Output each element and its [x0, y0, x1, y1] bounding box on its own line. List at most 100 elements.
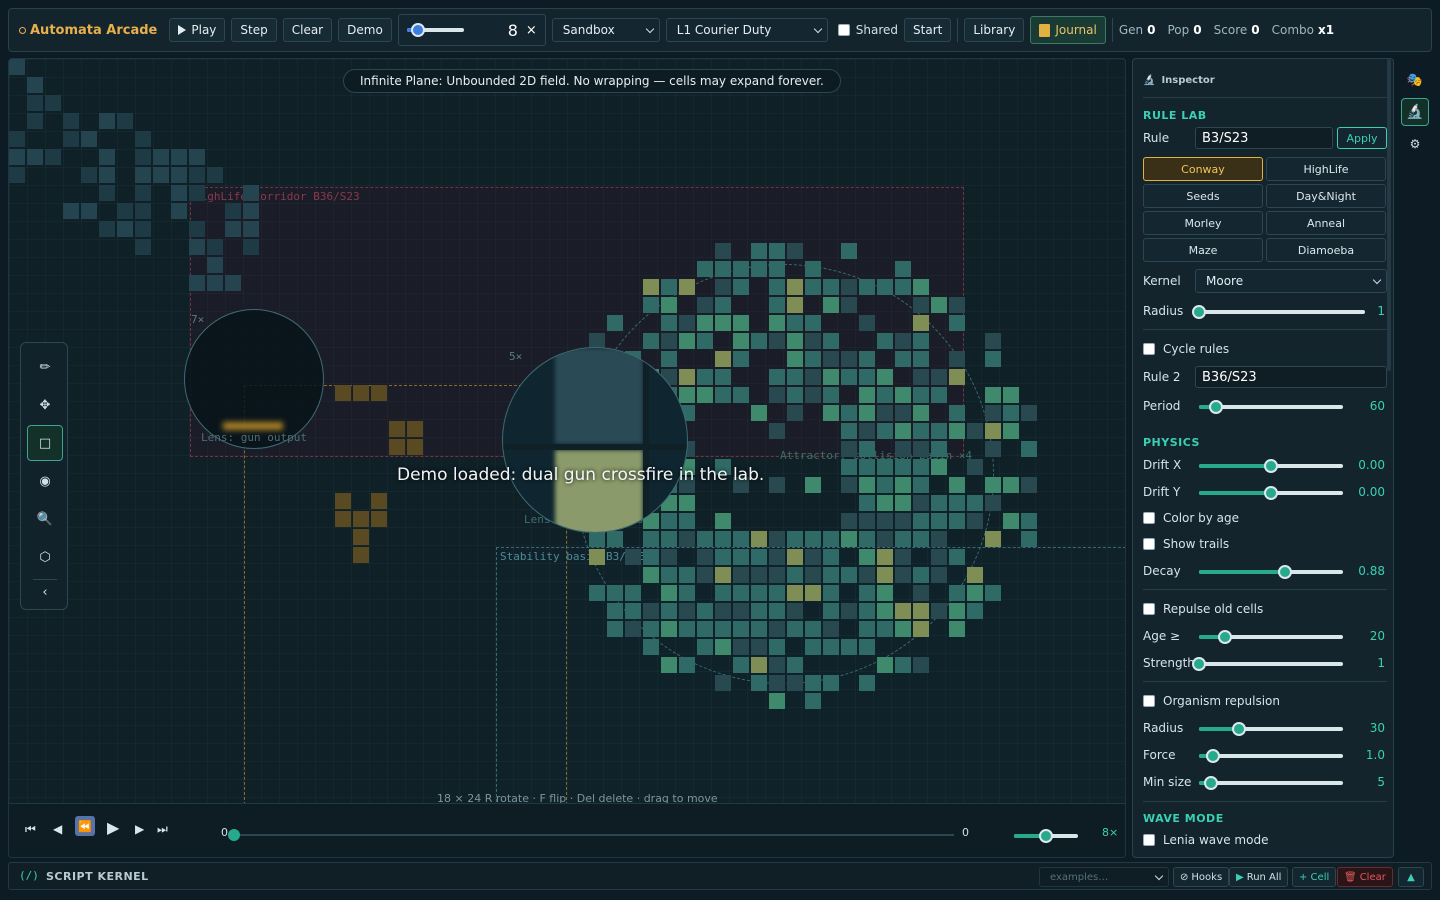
pencil-icon[interactable]: ✏	[27, 349, 63, 385]
clear-script-button[interactable]: 🗑 Clear	[1337, 867, 1393, 887]
force-handle[interactable]	[1206, 749, 1221, 763]
zoom-icon[interactable]: 🔍	[27, 501, 63, 537]
live-cell	[787, 387, 803, 403]
organism-repulsion-toggle[interactable]: Organism repulsion	[1143, 694, 1280, 708]
play-button[interactable]: Play	[169, 18, 226, 42]
show-trails-toggle[interactable]: Show trails	[1143, 537, 1229, 551]
step-button[interactable]: Step	[231, 18, 277, 42]
drift-x-slider[interactable]	[1199, 459, 1343, 473]
cycle-rules-toggle[interactable]: Cycle rules	[1143, 342, 1229, 356]
drift-x-handle[interactable]	[1264, 459, 1278, 473]
timeline-scrubber[interactable]	[228, 829, 954, 841]
skip-start-icon[interactable]: ⏮	[25, 822, 36, 837]
drift-y-handle[interactable]	[1264, 486, 1278, 500]
min-size-handle[interactable]	[1203, 776, 1218, 790]
radius-slider-handle[interactable]	[1192, 305, 1206, 319]
force-slider[interactable]	[1199, 749, 1343, 763]
strength-handle[interactable]	[1192, 657, 1206, 671]
target-icon[interactable]: ◉	[27, 463, 63, 499]
playback-speed-slider[interactable]	[1014, 829, 1078, 843]
expand-script-button[interactable]: ▲	[1398, 867, 1424, 887]
live-cell	[733, 333, 749, 349]
inspector-icon[interactable]: 🔬	[1401, 98, 1429, 126]
start-button[interactable]: Start	[904, 18, 952, 42]
lenia-wave-checkbox[interactable]	[1143, 834, 1155, 846]
run-all-button[interactable]: ▶ Run All	[1229, 867, 1289, 887]
step-forward-icon[interactable]: ▶	[135, 822, 144, 836]
color-by-age-checkbox[interactable]	[1143, 512, 1155, 524]
preset-maze[interactable]: Maze	[1143, 238, 1263, 262]
hooks-button[interactable]: ⊘ Hooks	[1173, 867, 1230, 887]
journal-button[interactable]: Journal	[1030, 16, 1106, 44]
live-cell	[697, 549, 713, 565]
collapse-icon[interactable]: ‹	[27, 577, 63, 607]
apply-button[interactable]: Apply	[1337, 127, 1387, 149]
preset-anneal[interactable]: Anneal	[1266, 211, 1386, 235]
rule-input[interactable]: B3/S23	[1195, 127, 1333, 149]
timeline-handle[interactable]	[228, 829, 240, 841]
panel-scrollbar[interactable]	[1387, 59, 1391, 371]
examples-select[interactable]: examples…	[1039, 867, 1169, 887]
live-cell	[877, 333, 893, 349]
live-cell	[859, 315, 875, 331]
puzzle-icon[interactable]: 🎭	[1405, 70, 1425, 90]
skip-end-icon[interactable]: ⏭	[157, 822, 168, 837]
decay-handle[interactable]	[1278, 565, 1293, 579]
repulse-checkbox[interactable]	[1143, 603, 1155, 615]
org-radius-handle[interactable]	[1232, 722, 1247, 736]
hexagon-icon[interactable]: ⬡	[27, 539, 63, 575]
playback-speed-handle[interactable]	[1039, 829, 1053, 843]
clear-button[interactable]: Clear	[282, 18, 333, 42]
live-cell	[643, 333, 659, 349]
min-size-slider[interactable]	[1199, 776, 1343, 790]
trail-cell	[189, 149, 205, 165]
demo-button[interactable]: Demo	[338, 18, 392, 42]
organism-repulsion-checkbox[interactable]	[1143, 695, 1155, 707]
rewind-icon[interactable]: ⏪	[75, 816, 95, 836]
simulation-canvas[interactable]: Infinite Plane: Unbounded 2D field. No w…	[8, 58, 1126, 858]
add-cell-button[interactable]: + Cell	[1292, 867, 1337, 887]
drift-y-slider[interactable]	[1199, 486, 1343, 500]
preset-morley[interactable]: Morley	[1143, 211, 1263, 235]
show-trails-checkbox[interactable]	[1143, 538, 1155, 550]
gear-icon[interactable]: ⚙	[1405, 134, 1425, 154]
inspector-header: 🔬 Inspector	[1143, 75, 1215, 86]
live-cell	[1003, 387, 1019, 403]
live-cell	[715, 387, 731, 403]
period-slider-handle[interactable]	[1209, 400, 1224, 414]
strength-slider[interactable]	[1192, 657, 1343, 671]
lenia-wave-toggle[interactable]: Lenia wave mode	[1143, 833, 1268, 847]
preset-seeds[interactable]: Seeds	[1143, 184, 1263, 208]
step-back-icon[interactable]: ◀	[53, 822, 62, 836]
rule2-input[interactable]: B36/S23	[1195, 366, 1387, 388]
radius-slider[interactable]	[1192, 305, 1365, 319]
preset-day-night[interactable]: Day&Night	[1266, 184, 1386, 208]
lens-collision-zone[interactable]	[502, 347, 688, 533]
shared-checkbox[interactable]	[837, 24, 850, 36]
repulse-toggle[interactable]: Repulse old cells	[1143, 602, 1263, 616]
decay-slider[interactable]	[1199, 565, 1343, 579]
speed-slider-handle[interactable]	[411, 23, 426, 37]
age-handle[interactable]	[1217, 630, 1232, 644]
preset-diamoeba[interactable]: Diamoeba	[1266, 238, 1386, 262]
preset-conway[interactable]: Conway	[1143, 157, 1263, 181]
play-icon[interactable]: ▶	[107, 818, 119, 837]
age-slider[interactable]	[1199, 630, 1343, 644]
library-button[interactable]: Library	[964, 18, 1025, 42]
org-radius-slider[interactable]	[1199, 722, 1343, 736]
gun-cell	[407, 439, 423, 455]
lens-gun-output[interactable]	[184, 309, 324, 449]
preset-highlife[interactable]: HighLife	[1266, 157, 1386, 181]
cycle-rules-checkbox[interactable]	[1143, 343, 1155, 355]
live-cell	[967, 459, 983, 475]
speed-slider[interactable]	[406, 23, 464, 37]
mode-select[interactable]: Sandbox	[551, 18, 660, 42]
kernel-select[interactable]: Moore	[1195, 269, 1387, 293]
color-by-age-toggle[interactable]: Color by age	[1143, 511, 1239, 525]
move-icon[interactable]: ✥	[27, 387, 63, 423]
level-select[interactable]: L1 Courier Duty	[665, 18, 828, 42]
period-slider[interactable]	[1199, 400, 1343, 414]
live-cell	[877, 567, 893, 583]
close-speed-icon[interactable]: ×	[526, 23, 537, 38]
select-rect-icon[interactable]: □	[27, 425, 63, 461]
